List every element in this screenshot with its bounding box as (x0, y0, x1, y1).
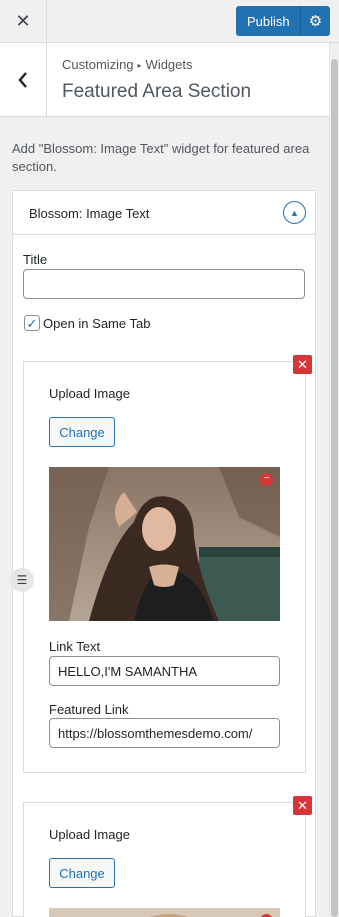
section-description: Add "Blossom: Image Text" widget for fea… (12, 141, 310, 174)
breadcrumb-arrow-icon: ▸ (137, 61, 142, 70)
title-input[interactable] (23, 269, 305, 299)
widget-title: Blossom: Image Text (29, 206, 150, 221)
widget-panel: Blossom: Image Text ▲ Title ✓ Open in Sa… (10, 190, 316, 917)
breadcrumb-root: Customizing (62, 57, 134, 72)
image-item-card-2: Upload Image Change − (23, 802, 306, 917)
publish-label: Publish (247, 13, 290, 29)
featured-image-thumbnail: − (49, 467, 280, 621)
upload-image-label: Upload Image (49, 386, 130, 401)
scrollbar-thumb[interactable] (331, 59, 338, 917)
remove-item-button-2[interactable]: ✕ (293, 796, 312, 815)
title-field-label: Title (23, 252, 48, 267)
widget-header[interactable]: Blossom: Image Text ▲ (13, 191, 315, 235)
close-icon: ✕ (15, 10, 31, 31)
image-item-card: Upload Image Change − Link Text HELLO,I'… (23, 361, 306, 773)
close-customizer-button[interactable]: ✕ (0, 0, 47, 42)
change-image-button-2[interactable]: Change (49, 858, 115, 888)
upload-image-label-2: Upload Image (49, 827, 130, 842)
breadcrumb: Customizing ▸ Widgets (62, 57, 193, 72)
customizer-topbar: ✕ Publish ⚙ (0, 0, 339, 43)
featured-link-label: Featured Link (49, 702, 129, 717)
remove-item-button[interactable]: ✕ (293, 355, 312, 374)
same-tab-label: Open in Same Tab (43, 316, 151, 331)
back-button[interactable] (0, 43, 47, 116)
link-text-label: Link Text (49, 639, 101, 654)
gear-icon[interactable]: ⚙ (300, 6, 330, 36)
change-image-button[interactable]: Change (49, 417, 115, 447)
section-header: Customizing ▸ Widgets Featured Area Sectio… (0, 43, 329, 117)
publish-button[interactable]: Publish ⚙ (236, 6, 330, 36)
same-tab-checkbox[interactable]: ✓ (24, 315, 40, 331)
scrollbar[interactable] (329, 43, 339, 917)
page-title: Featured Area Section (62, 81, 252, 102)
chevron-left-icon (18, 71, 27, 88)
featured-image-thumbnail-2: − (49, 908, 280, 917)
remove-image-icon[interactable]: − (260, 473, 273, 486)
link-text-input[interactable]: HELLO,I'M SAMANTHA (49, 656, 280, 686)
drag-handle-icon[interactable]: ☰ (10, 568, 34, 592)
collapse-toggle-icon[interactable]: ▲ (283, 201, 306, 224)
breadcrumb-child: Widgets (145, 57, 193, 72)
featured-link-input[interactable]: https://blossomthemesdemo.com/ (49, 718, 280, 748)
